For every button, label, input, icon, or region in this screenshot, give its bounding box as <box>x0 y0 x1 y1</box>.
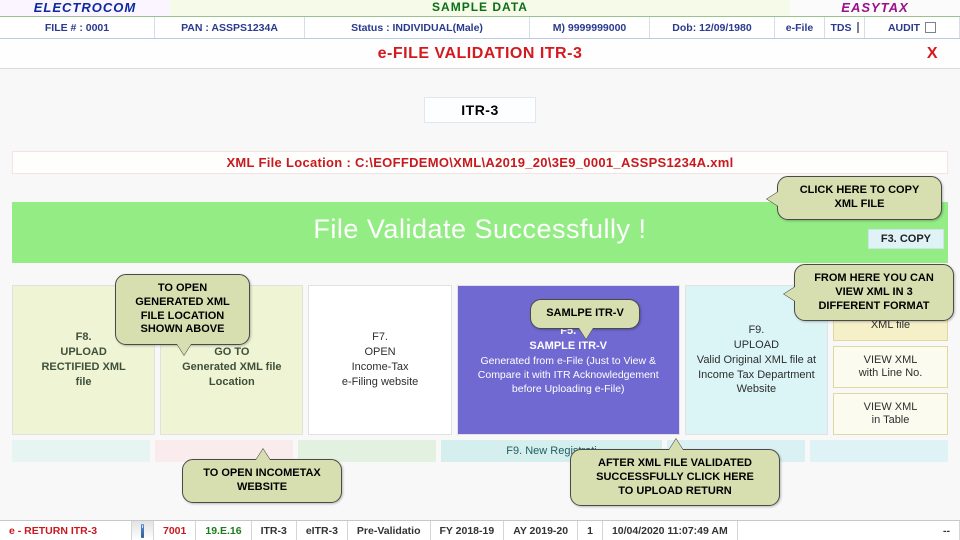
f5-l1: SAMPLE ITR-V <box>529 339 607 354</box>
status-bar: e - RETURN ITR-3 7001 19.E.16 ITR-3 eITR… <box>0 520 960 540</box>
f7-open-incometax-button[interactable]: F7. OPEN Income-Tax e-Filing website <box>308 285 451 435</box>
close-icon[interactable]: X <box>927 45 938 63</box>
f4-l2: XML file <box>871 319 910 331</box>
status-n: 1 <box>578 521 603 540</box>
audit-label: AUDIT <box>888 22 920 34</box>
callout-sample-itrv: SAMLPE ITR-V <box>530 299 640 329</box>
info-audit[interactable]: AUDIT <box>865 17 960 38</box>
f5-l2: Generated from e-File (Just to View & Co… <box>462 354 675 397</box>
status-end: -- <box>738 521 960 540</box>
info-pan: PAN : ASSPS1234A <box>155 17 305 38</box>
info-tds[interactable]: TDS <box>825 17 865 38</box>
status-timestamp: 10/04/2020 11:07:49 AM <box>603 521 738 540</box>
info-file: FILE # : 0001 <box>0 17 155 38</box>
f9-l1: UPLOAD <box>734 338 779 353</box>
callout-open-incometax: TO OPEN INCOMETAX WEBSITE <box>182 459 342 503</box>
info-efile[interactable]: e-File <box>775 17 825 38</box>
view-xml-lineno-button[interactable]: VIEW XML with Line No. <box>833 346 948 388</box>
f2-l1: GO TO <box>214 345 249 360</box>
under-6[interactable] <box>810 440 948 462</box>
status-ay: AY 2019-20 <box>504 521 578 540</box>
module-title-bar: e-FILE VALIDATION ITR-3 X <box>0 39 960 69</box>
f3-label: COPY <box>900 233 931 245</box>
callout-view3: FROM HERE YOU CAN VIEW XML IN 3 DIFFEREN… <box>794 264 954 321</box>
audit-checkbox[interactable] <box>925 22 936 33</box>
f2-l2: Generated XML file <box>182 360 281 375</box>
f3-fn: F3. <box>881 233 897 245</box>
f2-l3: Location <box>209 375 255 390</box>
xml-path: XML File Location : C:\EOFFDEMO\XML\A201… <box>12 151 948 174</box>
brand-center: SAMPLE DATA <box>170 0 790 16</box>
f8-fn: F8. <box>76 330 92 345</box>
brand-left: ELECTROCOM <box>0 0 170 16</box>
f8-l3: file <box>76 375 92 390</box>
f9-l2: Valid Original XML file at Income Tax De… <box>690 353 823 398</box>
status-fy: FY 2018-19 <box>431 521 505 540</box>
f7-l3: e-Filing website <box>342 375 418 390</box>
f7-fn: F7. <box>372 330 388 345</box>
f3-copy-button[interactable]: F3. COPY <box>868 229 944 249</box>
itr-pill: ITR-3 <box>424 97 536 123</box>
status-left: e - RETURN ITR-3 <box>0 521 132 540</box>
callout-open-location: TO OPEN GENERATED XML FILE LOCATION SHOW… <box>115 274 250 345</box>
info-status: Status : INDIVIDUAL(Male) <box>305 17 530 38</box>
tds-label: TDS <box>831 22 852 34</box>
f9-fn: F9. <box>748 323 764 338</box>
status-year: 19.E.16 <box>196 521 251 540</box>
f8-l1: UPLOAD <box>60 345 106 360</box>
status-prevalidate: Pre-Validatio <box>348 521 431 540</box>
f8-l2: RECTIFIED XML <box>41 360 125 375</box>
module-title: e-FILE VALIDATION ITR-3 <box>378 45 583 63</box>
tds-checkbox[interactable] <box>857 22 859 33</box>
status-code: 7001 <box>154 521 196 540</box>
calculator-icon[interactable] <box>132 521 154 540</box>
f7-l1: OPEN <box>364 345 395 360</box>
under-row: F9. New Registrati <box>12 440 948 462</box>
status-itr: ITR-3 <box>252 521 297 540</box>
workspace: ITR-3 XML File Location : C:\EOFFDEMO\XM… <box>0 69 960 468</box>
brand-bar: ELECTROCOM SAMPLE DATA EASYTAX <box>0 0 960 17</box>
status-eitr: eITR-3 <box>297 521 348 540</box>
callout-copy-xml: CLICK HERE TO COPY XML FILE <box>777 176 942 220</box>
info-bar: FILE # : 0001 PAN : ASSPS1234A Status : … <box>0 17 960 39</box>
f7-l2: Income-Tax <box>352 360 409 375</box>
info-mobile: M) 9999999000 <box>530 17 650 38</box>
callout-upload-return: AFTER XML FILE VALIDATED SUCCESSFULLY CL… <box>570 449 780 506</box>
info-dob: Dob: 12/09/1980 <box>650 17 775 38</box>
under-1[interactable] <box>12 440 150 462</box>
brand-right: EASYTAX <box>790 0 960 16</box>
view-xml-table-button[interactable]: VIEW XML in Table <box>833 393 948 435</box>
